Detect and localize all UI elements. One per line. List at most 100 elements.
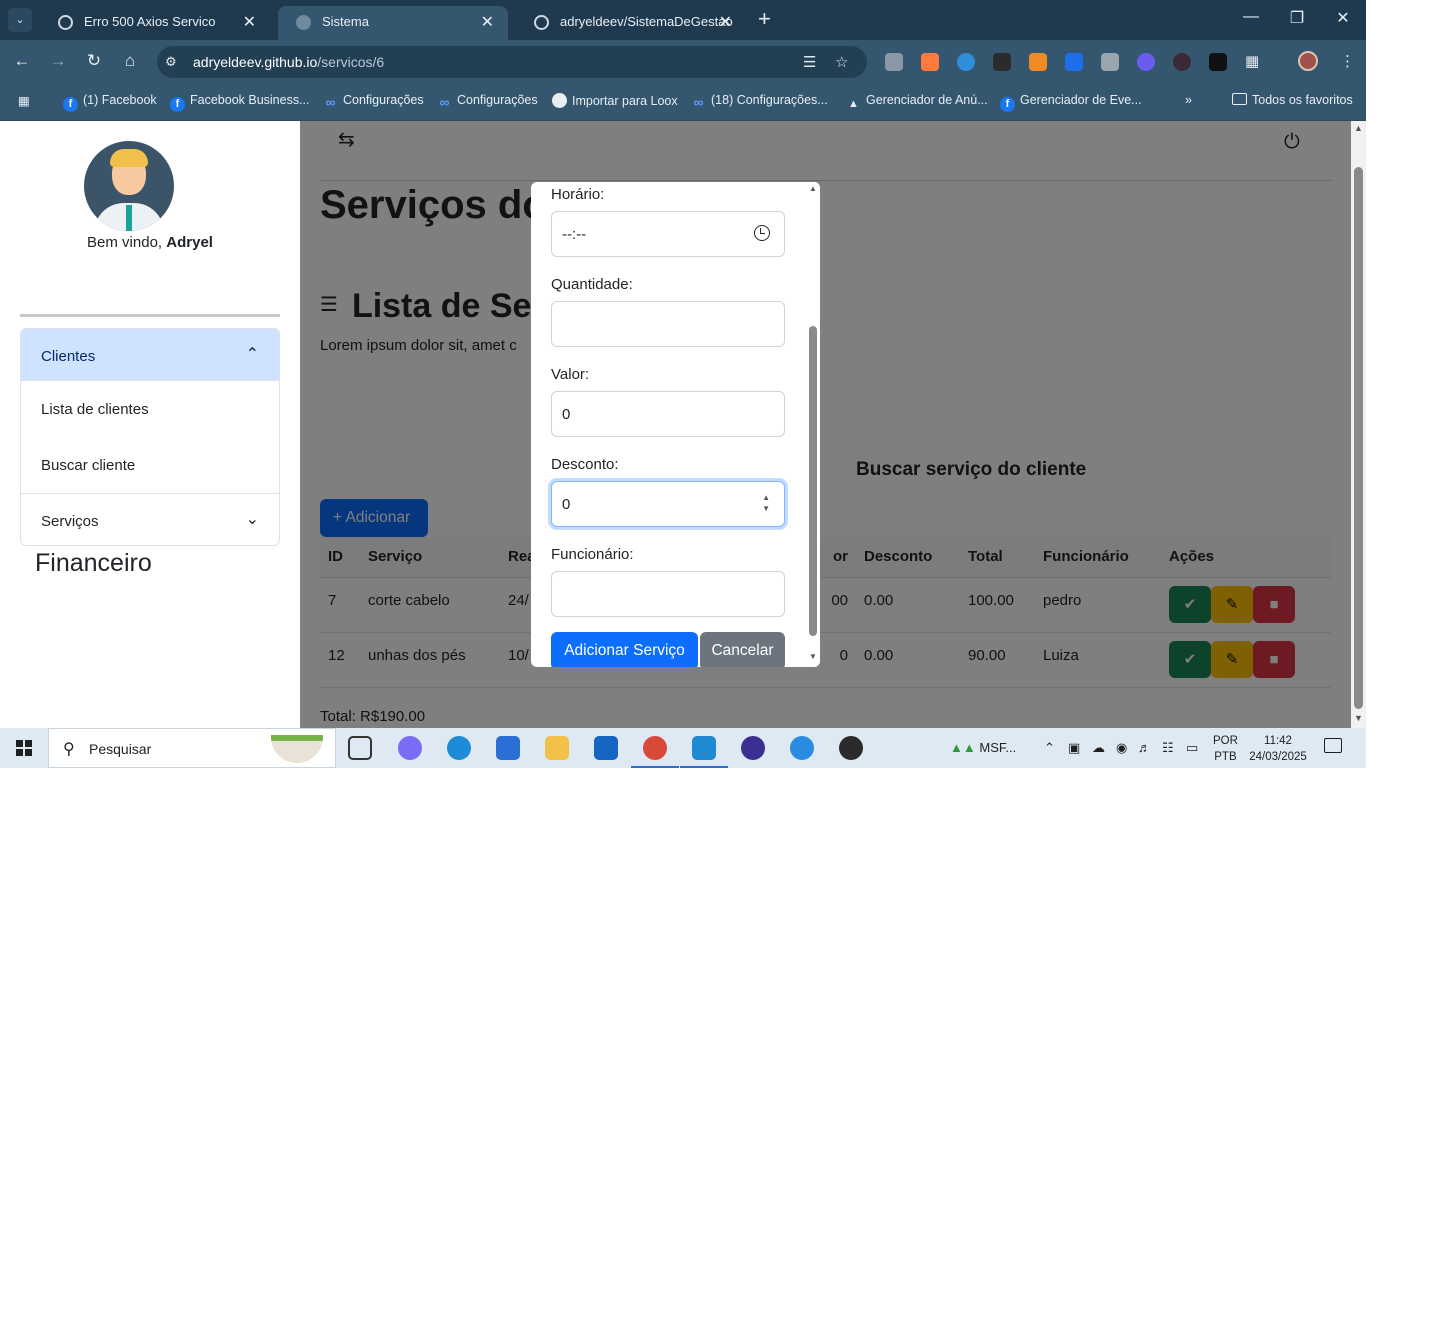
horario-input[interactable]: --:-- [551, 211, 785, 257]
add-service-modal: Horário: --:-- Quantidade: Valor: 0 Desc… [531, 182, 820, 667]
extension-tag-icon[interactable] [1065, 53, 1083, 71]
sidebar-item-lista-clientes[interactable]: Lista de clientes [21, 381, 279, 437]
sidebar-financeiro[interactable]: Financeiro [35, 549, 152, 578]
store-icon[interactable] [496, 736, 520, 760]
bookmark-gerenciador-eventos[interactable]: f Gerenciador de Eve... [1000, 93, 1142, 112]
cancel-button[interactable]: Cancelar [700, 632, 785, 667]
scroll-up-icon[interactable]: ▲ [809, 184, 817, 193]
app-moon-icon[interactable] [741, 736, 765, 760]
valor-input[interactable]: 0 [551, 391, 785, 437]
bookmark-configuracoes-2[interactable]: ∞ Configurações [437, 93, 538, 110]
clock-icon[interactable] [754, 225, 770, 241]
all-bookmarks[interactable]: Todos os favoritos [1232, 93, 1353, 107]
bookmark-facebook[interactable]: f (1) Facebook [63, 93, 157, 112]
close-tab-icon[interactable]: ✕ [719, 12, 732, 32]
page-scrollbar[interactable]: ▲ ▼ [1351, 121, 1366, 728]
extension-circle-icon[interactable] [1137, 53, 1155, 71]
bookmark-star-icon[interactable]: ☆ [835, 53, 848, 71]
extension-search-icon[interactable] [921, 53, 939, 71]
bookmark-gerenciador-anuncios[interactable]: ▲ Gerenciador de Anú... [846, 93, 988, 112]
submit-service-button[interactable]: Adicionar Serviço [551, 632, 698, 667]
address-bar[interactable]: ⚙ adryeldeev.github.io/servicos/6 ☰ ☆ [157, 46, 867, 78]
scroll-up-icon[interactable]: ▲ [1354, 123, 1363, 133]
scroll-down-icon[interactable]: ▼ [809, 652, 817, 661]
tab-sistema[interactable]: Sistema ✕ [278, 6, 508, 40]
profile-avatar-icon[interactable] [1298, 51, 1318, 71]
edge-icon[interactable] [447, 736, 471, 760]
quantidade-input[interactable] [551, 301, 785, 347]
extension-threads-icon[interactable] [1209, 53, 1227, 71]
tray-display-icon[interactable]: ▭ [1186, 740, 1198, 756]
funcionario-input[interactable] [551, 571, 785, 617]
bookmark-configuracoes-1[interactable]: ∞ Configurações [323, 93, 424, 110]
chrome-icon[interactable] [631, 736, 679, 768]
sidebar-item-buscar-cliente[interactable]: Buscar cliente [21, 437, 279, 493]
close-tab-icon[interactable]: ✕ [481, 12, 494, 32]
tab-title: adryeldeev/SistemaDeGestao [560, 14, 733, 29]
modal-backdrop[interactable] [300, 121, 1351, 728]
site-info-icon[interactable]: ⚙ [165, 54, 177, 70]
sidebar-accordion: Clientes ⌃ Lista de clientes Buscar clie… [20, 328, 280, 546]
task-view-icon[interactable] [348, 736, 372, 760]
number-spinner-icon[interactable]: ▲ ▼ [762, 492, 770, 514]
outlook-icon[interactable] [594, 736, 618, 760]
tray-volume-icon[interactable]: ♬ [1138, 740, 1151, 755]
taskbar-search[interactable]: ⚲ Pesquisar [48, 728, 336, 768]
reload-icon[interactable]: ↻ [83, 51, 105, 71]
windows-start-icon[interactable] [16, 740, 32, 756]
tray-meet-icon[interactable]: ▣ [1068, 740, 1080, 756]
extension-ds-icon[interactable] [1029, 53, 1047, 71]
desconto-input[interactable]: 0 ▲ ▼ [551, 481, 785, 527]
docker-icon[interactable] [790, 736, 814, 760]
tray-mic-icon[interactable]: ◉ [1116, 740, 1127, 756]
notifications-icon[interactable] [1324, 738, 1342, 753]
url-host: adryeldeev.github.io [193, 54, 318, 70]
obs-icon[interactable] [839, 736, 863, 760]
input-language[interactable]: POR PTB [1213, 733, 1238, 765]
tab-github[interactable]: adryeldeev/SistemaDeGestao ✕ [516, 6, 746, 40]
file-explorer-icon[interactable] [545, 736, 569, 760]
vscode-icon[interactable] [680, 736, 728, 768]
scrollbar-thumb[interactable] [809, 326, 817, 636]
close-window-icon[interactable]: ✕ [1328, 8, 1358, 28]
restore-icon[interactable]: ❐ [1282, 8, 1312, 28]
copilot-icon[interactable] [398, 736, 422, 760]
more-menu-icon[interactable]: ⋮ [1340, 52, 1355, 70]
tray-onedrive-icon[interactable]: ☁ [1092, 740, 1105, 756]
tab-erro-500[interactable]: Erro 500 Axios Servico ✕ [40, 6, 270, 40]
chevron-up-icon: ⌃ [245, 346, 259, 363]
extension-code-icon[interactable] [885, 53, 903, 71]
extension-k-icon[interactable] [1173, 53, 1191, 71]
modal-scrollbar[interactable]: ▲ ▼ [806, 182, 820, 667]
scroll-down-icon[interactable]: ▼ [1354, 713, 1363, 723]
quantidade-label: Quantidade: [551, 276, 633, 293]
tray-stock-app[interactable]: ▲▲ MSF... [950, 740, 1016, 755]
horario-label: Horário: [551, 186, 605, 203]
accordion-clientes[interactable]: Clientes ⌃ [21, 329, 279, 381]
bookmark-configuracoes-18[interactable]: ∞ (18) Configurações... [691, 93, 828, 110]
extension-download-icon[interactable] [993, 53, 1011, 71]
bookmark-facebook-business[interactable]: f Facebook Business... [170, 93, 310, 112]
scrollbar-thumb[interactable] [1354, 167, 1363, 709]
url-text[interactable]: adryeldeev.github.io/servicos/6 [193, 54, 384, 70]
back-icon[interactable]: ← [11, 51, 33, 71]
extension-grid-icon[interactable] [1101, 53, 1119, 71]
extensions-puzzle-icon[interactable]: ▦ [1245, 52, 1259, 70]
minimize-icon[interactable]: — [1236, 8, 1266, 26]
tray-overflow-icon[interactable]: ⌃ [1044, 740, 1055, 756]
extension-zoom-icon[interactable] [957, 53, 975, 71]
new-tab-button[interactable]: + [758, 6, 771, 32]
valor-label: Valor: [551, 366, 590, 383]
tab-search-icon[interactable]: ⌄ [8, 8, 32, 32]
stock-chart-icon: ▲▲ [950, 740, 976, 755]
bookmark-importar-loox[interactable]: Importar para Loox [552, 93, 678, 108]
bookmarks-overflow-icon[interactable]: » [1185, 93, 1192, 107]
close-tab-icon[interactable]: ✕ [243, 12, 256, 32]
taskbar-clock[interactable]: 11:42 24/03/2025 [1246, 733, 1310, 765]
translate-icon[interactable]: ☰ [803, 53, 816, 71]
apps-grid-icon[interactable]: ▦ [18, 93, 30, 108]
tray-network-icon[interactable]: ☷ [1162, 740, 1174, 756]
home-icon[interactable]: ⌂ [119, 51, 141, 71]
accordion-servicos[interactable]: Serviços ⌄ [21, 493, 279, 545]
forward-icon[interactable]: → [47, 51, 69, 71]
